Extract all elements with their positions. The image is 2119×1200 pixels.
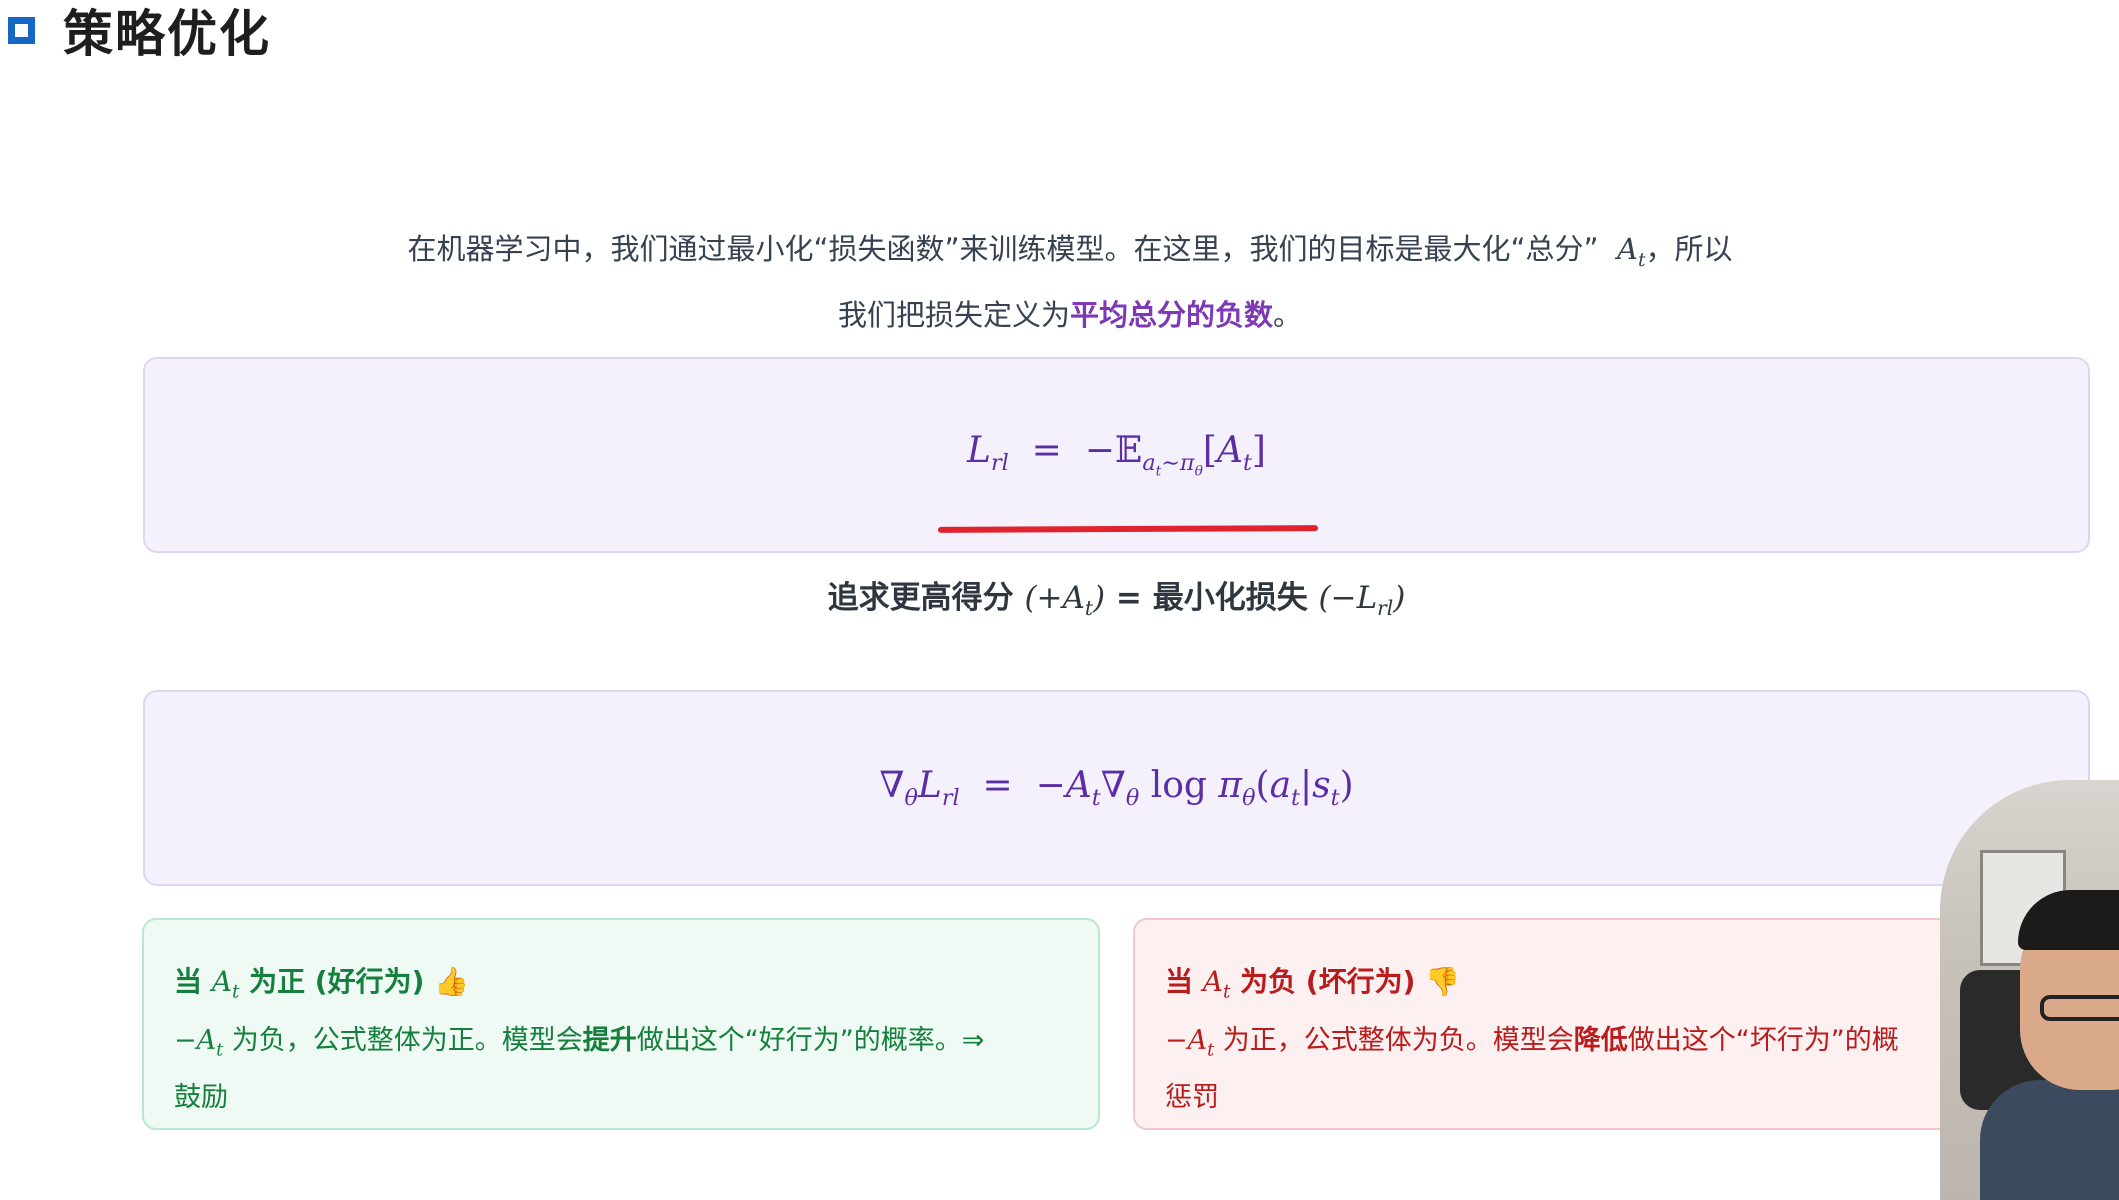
presenter-body: [1980, 1080, 2119, 1200]
objective-caption: 追求更高得分 (+At) = 最小化损失 (−Lrl): [827, 580, 1406, 621]
loss-formula-box: Lrl = −𝔼at∼πθ[At]: [143, 357, 2090, 553]
page-title: 策略优化: [63, 5, 271, 63]
positive-advantage-card: 当 At 为正 (好行为) 👍 −At 为负，公式整体为正。模型会提升做出这个“…: [142, 918, 1100, 1130]
thumbs-down-icon: 👎: [1425, 965, 1461, 998]
page-header: 策略优化: [0, 0, 271, 63]
gradient-formula-box: ∇θLrl = −At∇θ log πθ(at|st): [143, 690, 2090, 886]
intro-paragraph: 在机器学习中，我们通过最小化“损失函数”来训练模型。在这里，我们的目标是最大化“…: [260, 222, 1880, 342]
math-At: At: [1607, 232, 1646, 271]
glasses-icon: [2040, 995, 2119, 1021]
gradient-formula: ∇θLrl = −At∇θ log πθ(at|st): [879, 764, 1354, 812]
webcam-overlay: [1940, 780, 2119, 1200]
loss-formula: Lrl = −𝔼at∼πθ[At]: [967, 430, 1266, 480]
intro-highlight: 平均总分的负数: [1069, 297, 1273, 332]
square-bullet-icon: [8, 16, 35, 44]
intro-line-1: 在机器学习中，我们通过最小化“损失函数”来训练模型。在这里，我们的目标是最大化“…: [407, 232, 1733, 271]
intro-line-2: 我们把损失定义为平均总分的负数。: [837, 297, 1303, 332]
thumbs-up-icon: 👍: [434, 965, 470, 998]
card-body: −At 为负，公式整体为正。模型会提升做出这个“好行为”的概率。⇒ 鼓励: [174, 1024, 985, 1113]
card-title: 当 At 为正 (好行为) 👍: [174, 965, 470, 1003]
